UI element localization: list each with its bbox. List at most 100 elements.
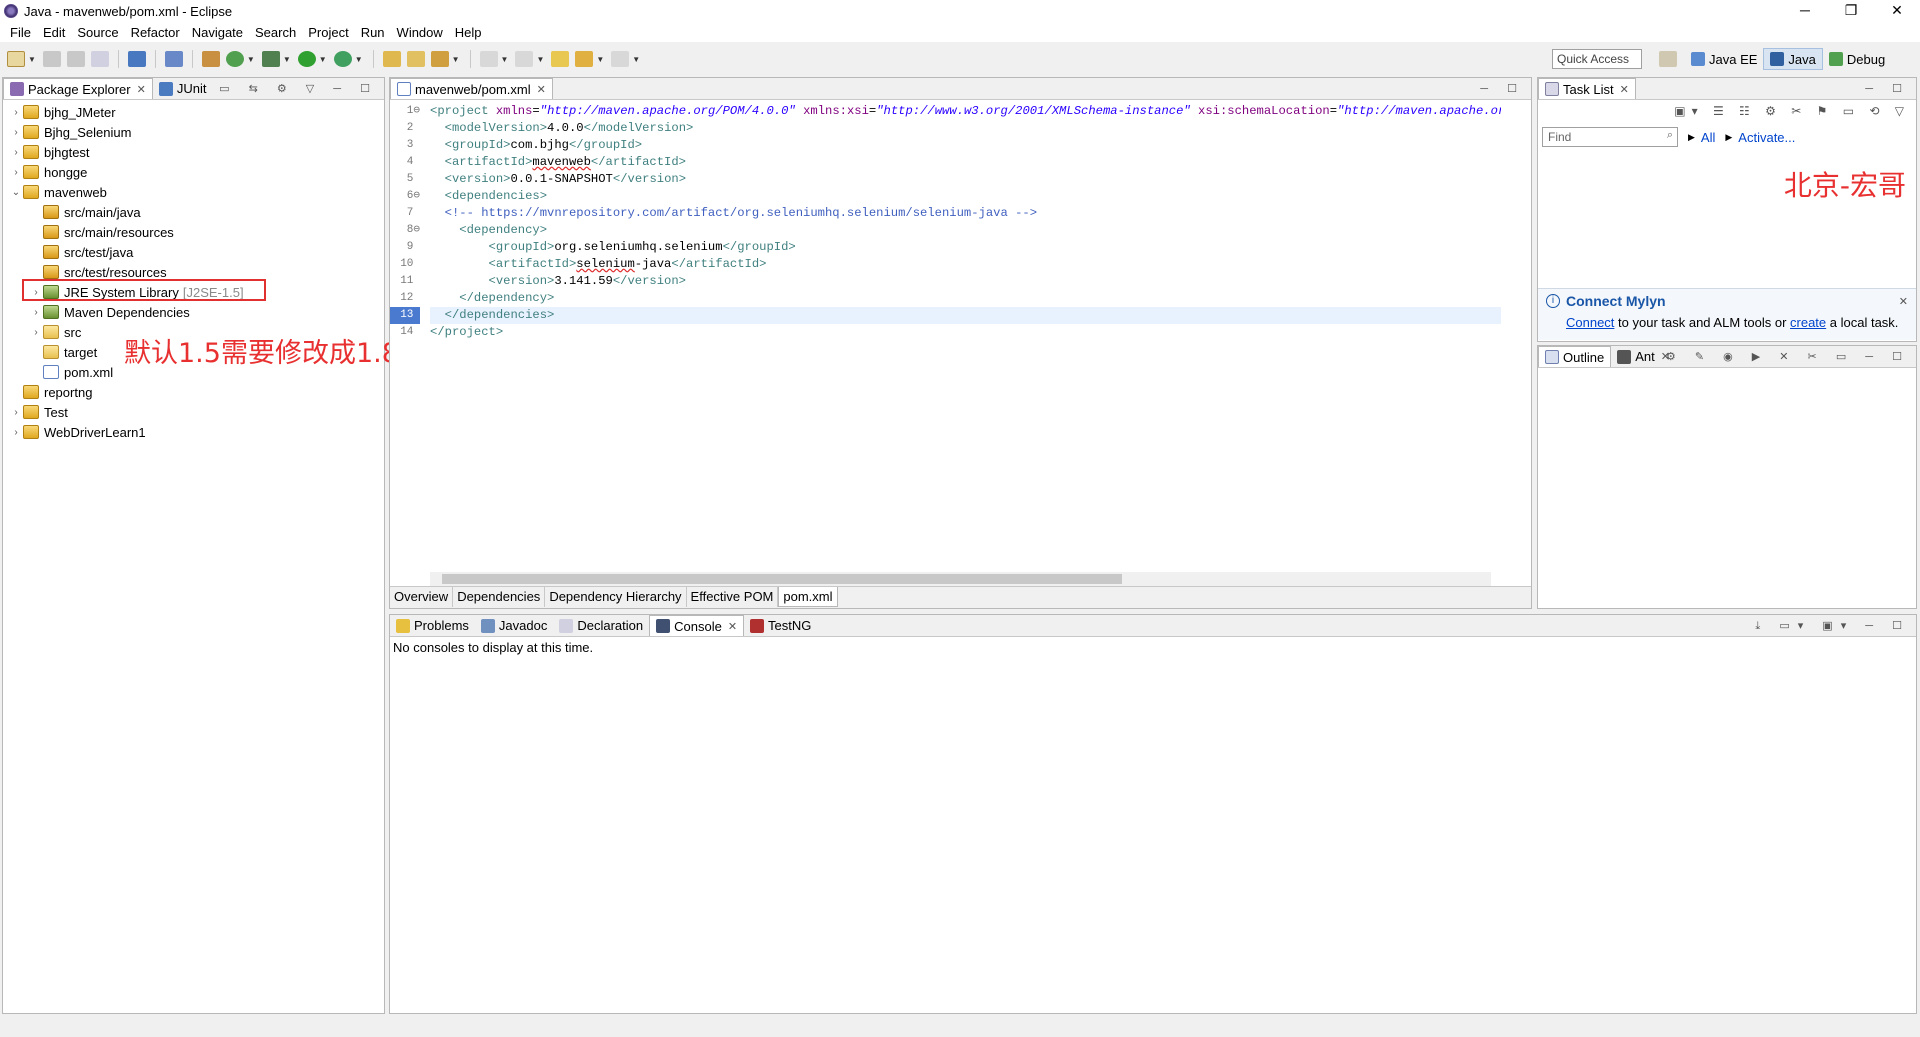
tab-package-explorer[interactable]: Package Explorer ✕ (3, 78, 153, 99)
view-controls[interactable]: ⤓ ▭▾ ▣▾ ─ ☐ (1755, 619, 1910, 633)
view-controls[interactable]: ─ ☐ (1865, 82, 1910, 95)
code-line[interactable]: </dependencies> (430, 307, 1501, 324)
forward-icon[interactable] (611, 51, 630, 67)
tree-item[interactable]: src/main/resources (3, 222, 384, 242)
menu-file[interactable]: File (4, 25, 37, 40)
debug-icon[interactable] (261, 51, 280, 67)
terminal-icon[interactable] (127, 51, 146, 67)
chevron-down-icon[interactable]: ▼ (452, 55, 460, 64)
menu-project[interactable]: Project (302, 25, 354, 40)
code-line[interactable]: <dependencies> (430, 188, 1501, 205)
horizontal-scrollbar[interactable] (430, 572, 1491, 586)
task-list-toolbar[interactable]: ▣▾ ☰ ☷ ⚙ ✂ ⚑ ▭ ⟲ ▽ (1538, 100, 1916, 124)
code-line[interactable]: <groupId>com.bjhg</groupId> (430, 137, 1501, 154)
close-icon[interactable]: ✕ (728, 620, 737, 633)
tab-task-list[interactable]: Task List ✕ (1538, 78, 1636, 99)
view-controls[interactable]: ─ ☐ (1480, 82, 1525, 95)
close-icon[interactable]: ✕ (1899, 295, 1908, 308)
tree-item[interactable]: › WebDriverLearn1 (3, 422, 384, 442)
tree-item[interactable]: src/test/java (3, 242, 384, 262)
restore-button[interactable]: ❐ (1828, 0, 1874, 22)
tree-item[interactable]: › bjhgtest (3, 142, 384, 162)
open-type-icon[interactable] (382, 51, 401, 67)
chevron-down-icon[interactable]: ▼ (536, 55, 544, 64)
chevron-down-icon[interactable]: ▼ (596, 55, 604, 64)
tab-problems[interactable]: Problems (390, 615, 475, 636)
menu-search[interactable]: Search (249, 25, 302, 40)
view-controls[interactable]: ⚙ ✎ ◉ ▶ ✕ ✂ ▭ ─ ☐ (1666, 350, 1910, 363)
menu-run[interactable]: Run (355, 25, 391, 40)
close-icon[interactable]: ✕ (137, 83, 146, 96)
menu-edit[interactable]: Edit (37, 25, 71, 40)
create-link[interactable]: create (1790, 315, 1826, 330)
run-icon[interactable] (297, 51, 316, 67)
code-line[interactable]: <artifactId>mavenweb</artifactId> (430, 154, 1501, 171)
chevron-right-icon[interactable]: › (9, 147, 23, 158)
chevron-right-icon[interactable]: › (9, 127, 23, 138)
chevron-down-icon[interactable]: ⌄ (9, 187, 23, 198)
open-folder-icon[interactable] (406, 51, 425, 67)
save-all-icon[interactable] (66, 51, 85, 67)
chevron-down-icon[interactable]: ▼ (283, 55, 291, 64)
code-line[interactable]: <modelVersion>4.0.0</modelVersion> (430, 120, 1501, 137)
tab-dependency-hierarchy[interactable]: Dependency Hierarchy (545, 587, 687, 607)
tree-item[interactable]: › bjhg_JMeter (3, 102, 384, 122)
tab-effective-pom[interactable]: Effective POM (687, 587, 779, 607)
code-area[interactable]: <project xmlns="http://maven.apache.org/… (430, 103, 1501, 341)
code-line[interactable]: <project xmlns="http://maven.apache.org/… (430, 103, 1501, 120)
close-button[interactable]: ✕ (1874, 0, 1920, 22)
minimize-button[interactable]: ─ (1782, 0, 1828, 22)
tree-item[interactable]: › Test (3, 402, 384, 422)
code-line[interactable]: </dependency> (430, 290, 1501, 307)
code-line[interactable]: <dependency> (430, 222, 1501, 239)
menu-navigate[interactable]: Navigate (186, 25, 249, 40)
tab-dependencies[interactable]: Dependencies (453, 587, 546, 607)
tab-pom-xml-source[interactable]: pom.xml (778, 587, 838, 607)
chevron-down-icon[interactable]: ▼ (632, 55, 640, 64)
tree-item[interactable]: reportng (3, 382, 384, 402)
open-perspective-icon[interactable] (1659, 51, 1677, 67)
coverage-icon[interactable] (225, 51, 244, 67)
chevron-down-icon[interactable]: ▼ (501, 55, 509, 64)
tab-overview[interactable]: Overview (390, 587, 454, 607)
external-tools-icon[interactable] (333, 51, 352, 67)
last-edit-icon[interactable] (551, 51, 570, 67)
tree-item[interactable]: › Bjhg_Selenium (3, 122, 384, 142)
tab-outline[interactable]: Outline (1538, 346, 1612, 367)
tree-item[interactable]: src/main/java (3, 202, 384, 222)
code-line[interactable]: <version>0.0.1-SNAPSHOT</version> (430, 171, 1501, 188)
code-line[interactable]: <!-- https://mvnrepository.com/artifact/… (430, 205, 1501, 222)
perspective-debug[interactable]: Debug (1823, 48, 1891, 70)
all-link[interactable]: All (1701, 130, 1715, 145)
new-icon[interactable] (7, 51, 25, 67)
tree-item[interactable]: › Maven Dependencies (3, 302, 384, 322)
tab-declaration[interactable]: Declaration (553, 615, 649, 636)
code-line[interactable]: <groupId>org.seleniumhq.selenium</groupI… (430, 239, 1501, 256)
save-icon[interactable] (42, 51, 61, 67)
tree-item[interactable]: › hongge (3, 162, 384, 182)
skip-breakpoints-icon[interactable] (164, 51, 183, 67)
view-controls[interactable]: ▭ ⇆ ⚙ ▽ ─ ☐ (219, 82, 378, 95)
tab-console[interactable]: Console ✕ (649, 615, 745, 636)
tab-testng[interactable]: TestNG (744, 615, 817, 636)
close-icon[interactable]: ✕ (1620, 83, 1629, 96)
chevron-down-icon[interactable]: ▼ (28, 55, 36, 64)
activate-link[interactable]: Activate... (1738, 130, 1795, 145)
menu-refactor[interactable]: Refactor (125, 25, 186, 40)
perspective-java[interactable]: Java (1763, 48, 1823, 70)
code-line[interactable]: <artifactId>selenium-java</artifactId> (430, 256, 1501, 273)
search-icon[interactable] (430, 51, 449, 67)
tab-javadoc[interactable]: Javadoc (475, 615, 553, 636)
chevron-down-icon[interactable]: ▼ (319, 55, 327, 64)
find-input[interactable]: Find ⌕ (1542, 127, 1678, 147)
code-line[interactable]: <version>3.141.59</version> (430, 273, 1501, 290)
chevron-right-icon[interactable]: › (29, 307, 43, 318)
code-line[interactable]: </project> (430, 324, 1501, 341)
menu-help[interactable]: Help (449, 25, 488, 40)
previous-annotation-icon[interactable] (515, 51, 534, 67)
close-icon[interactable]: ✕ (537, 83, 546, 96)
chevron-right-icon[interactable]: › (9, 427, 23, 438)
menu-window[interactable]: Window (391, 25, 449, 40)
scroll-thumb[interactable] (442, 574, 1122, 584)
next-annotation-icon[interactable] (479, 51, 498, 67)
